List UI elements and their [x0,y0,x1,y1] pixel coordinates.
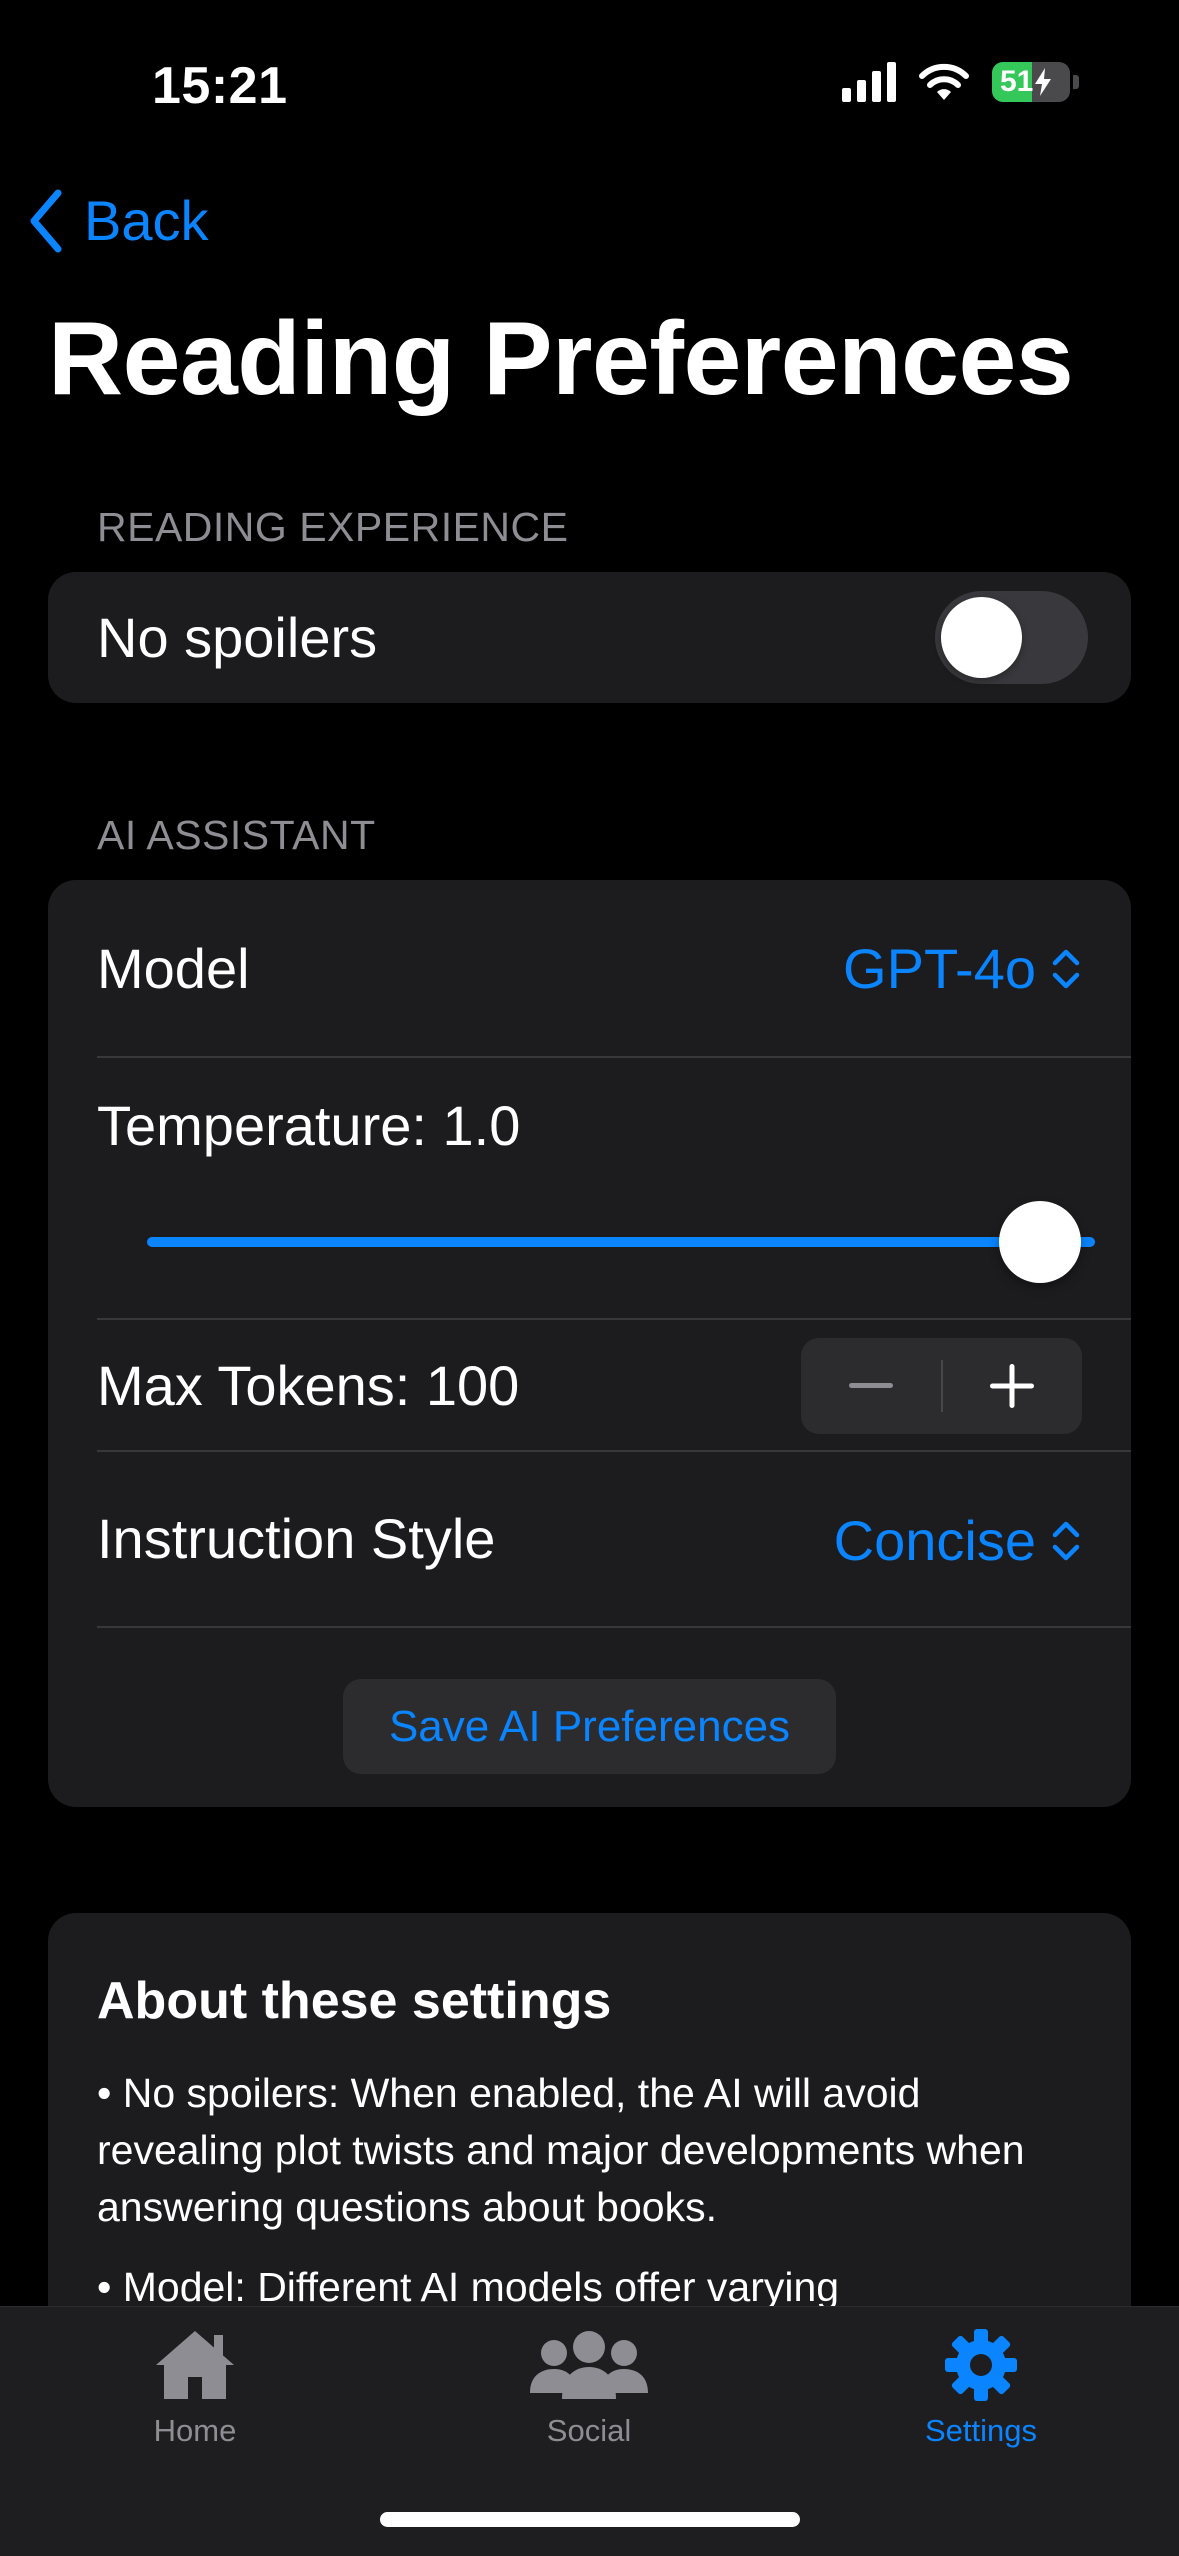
save-ai-preferences-button[interactable]: Save AI Preferences [343,1679,836,1774]
status-bar: 15:21 51 [0,0,1179,150]
max-tokens-stepper[interactable] [801,1338,1082,1434]
reading-experience-card: No spoilers [48,572,1131,703]
battery-percent: 51 [1000,65,1034,98]
back-button[interactable]: Back [26,188,209,253]
model-value: GPT-4o [843,937,1036,1000]
back-label: Back [84,189,209,252]
tab-social-label: Social [546,2413,632,2448]
section-header-reading-experience: READING EXPERIENCE [97,504,569,550]
about-paragraph-spoilers: • No spoilers: When enabled, the AI will… [97,2070,1025,2230]
wifi-icon [919,63,969,100]
gear-icon [945,2329,1017,2401]
people-icon [530,2331,648,2399]
instruction-style-picker[interactable]: Concise [834,1508,1082,1573]
about-card: About these settings • No spoilers: When… [48,1913,1131,2333]
instruction-style-value: Concise [833,1509,1036,1572]
divider [97,1056,1131,1058]
page-title: Reading Preferences [48,301,1074,417]
tab-settings[interactable]: Settings [861,2327,1101,2449]
tab-settings-label: Settings [924,2413,1037,2448]
ai-assistant-card: Model GPT-4o Temperature: 1.0 Max Tokens… [48,880,1131,1807]
toggle-knob [941,597,1022,678]
temperature-slider-track[interactable] [147,1237,1095,1247]
no-spoilers-label: No spoilers [97,606,378,669]
charging-bolt-icon [1035,68,1052,96]
plus-icon [990,1364,1035,1408]
about-title: About these settings [97,1972,612,2030]
chevron-up-down-icon [1052,949,1080,988]
minus-icon [848,1383,893,1388]
temperature-row: Temperature: 1.0 [97,1080,1131,1170]
home-indicator[interactable] [380,2512,800,2527]
max-tokens-label: Max Tokens: 100 [97,1353,520,1417]
model-picker[interactable]: GPT-4o [843,936,1082,1001]
chevron-up-down-icon [1052,1521,1080,1560]
battery-icon: 51 [992,62,1070,102]
status-indicators: 51 [842,62,1079,102]
temperature-label: Temperature: 1.0 [97,1093,521,1157]
chevron-left-icon [30,189,62,252]
no-spoilers-toggle[interactable] [935,591,1088,684]
tab-social[interactable]: Social [469,2327,709,2449]
model-label: Model [97,936,250,1000]
divider [97,1626,1131,1628]
tab-home-label: Home [153,2413,237,2448]
instruction-style-label: Instruction Style [97,1506,496,1570]
house-icon [156,2331,234,2399]
increment-button[interactable] [943,1338,1083,1434]
decrement-button[interactable] [801,1338,941,1434]
temperature-slider-thumb[interactable] [999,1201,1081,1283]
cellular-signal-icon [842,62,896,102]
status-time: 15:21 [152,57,288,115]
section-header-ai-assistant: AI ASSISTANT [97,812,376,858]
tab-home[interactable]: Home [75,2327,315,2449]
